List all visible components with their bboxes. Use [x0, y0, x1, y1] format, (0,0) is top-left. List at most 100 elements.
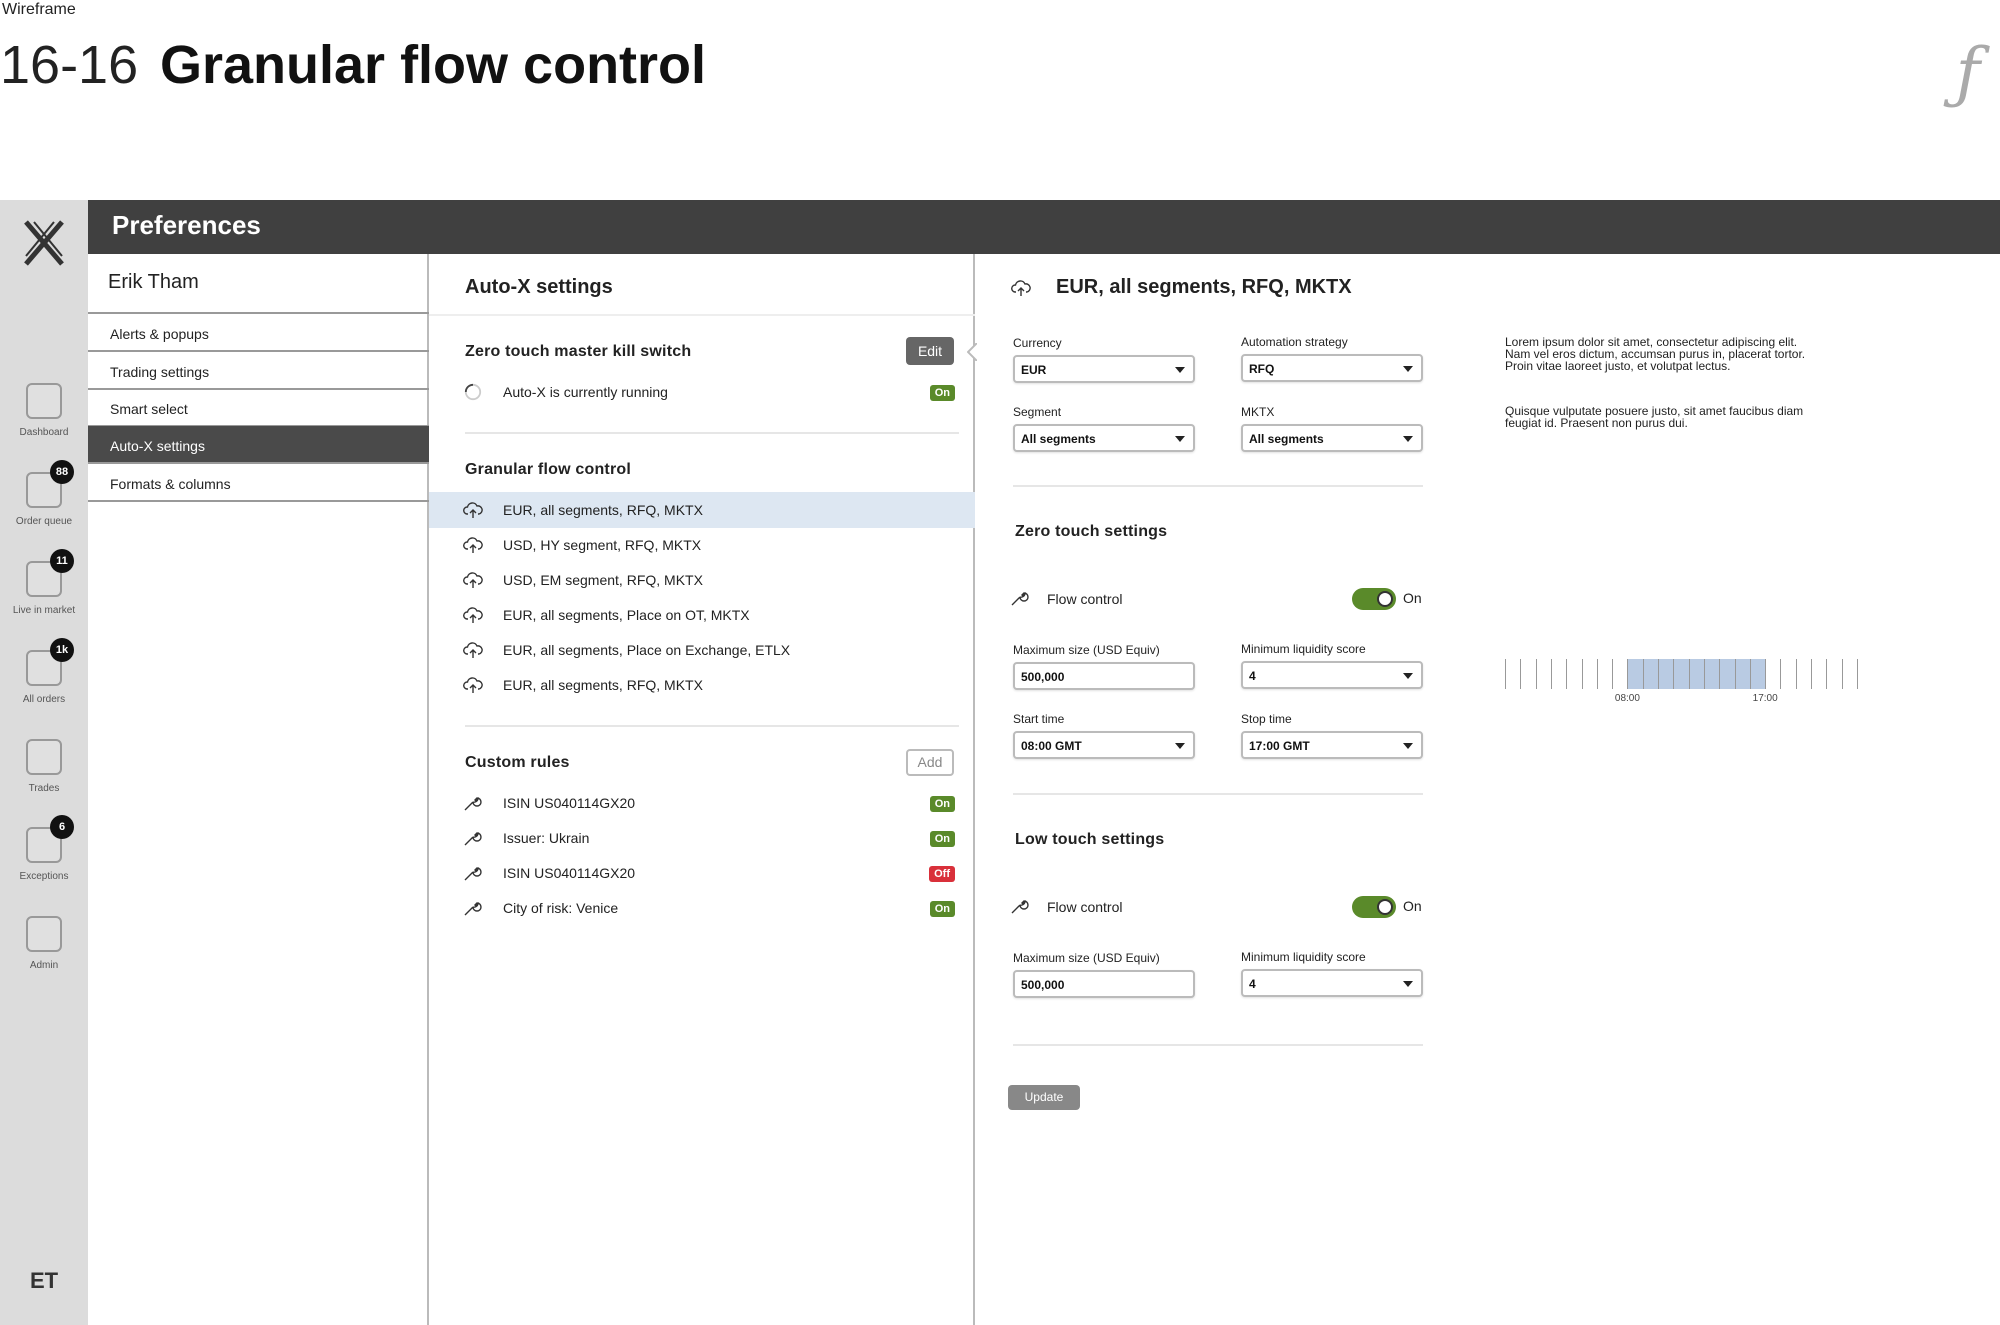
wireframe-caption: Wireframe — [2, 1, 76, 18]
trades-icon — [26, 739, 62, 775]
flow-item[interactable]: USD, EM segment, RFQ, MKTX — [429, 562, 975, 598]
rail-item-order-queue[interactable]: 88 Order queue — [0, 460, 88, 560]
flow-item[interactable]: EUR, all segments, RFQ, MKTX — [429, 492, 975, 528]
rule-state-pill[interactable]: On — [929, 796, 955, 812]
top-bar: Preferences — [88, 200, 2000, 254]
panel-title: Auto-X settings — [465, 276, 613, 298]
rail-label: Order queue — [15, 516, 73, 527]
rail-item-dashboard[interactable]: Dashboard — [0, 383, 88, 471]
autox-panel: Auto-X settings Zero touch master kill s… — [429, 254, 977, 1325]
timeline-tick — [1627, 659, 1629, 689]
add-rule-button[interactable]: Add — [906, 749, 954, 776]
chevron-down-icon — [1403, 673, 1413, 679]
help-text: Quisque vulputate posuere justo, sit ame… — [1505, 404, 1804, 430]
rail-item-live-in-market[interactable]: 11 Live in market — [0, 549, 88, 649]
min-liquidity-label: Minimum liquidity score — [1241, 950, 1366, 964]
chevron-down-icon — [1403, 743, 1413, 749]
min-liquidity-label: Minimum liquidity score — [1241, 642, 1366, 656]
toggle-state-label: On — [1403, 898, 1422, 914]
select-value: 4 — [1249, 977, 1256, 991]
timeline-tick — [1765, 659, 1767, 689]
low-touch-flow-toggle[interactable] — [1352, 896, 1396, 918]
rule-state-pill[interactable]: Off — [929, 866, 955, 882]
rule-label: City of risk: Venice — [503, 900, 619, 916]
start-time-select[interactable]: 08:00 GMT — [1013, 731, 1195, 759]
count-badge: 1k — [50, 638, 74, 662]
strategy-select[interactable]: RFQ — [1241, 354, 1423, 382]
select-value: 08:00 GMT — [1021, 739, 1082, 753]
max-size-input[interactable]: 500,000 — [1013, 662, 1195, 690]
divider — [1013, 485, 1423, 487]
app-logo-icon[interactable] — [20, 218, 68, 268]
timeline-tick — [1688, 659, 1690, 689]
sidebar-item-trading-settings[interactable]: Trading settings — [88, 352, 429, 390]
flow-item-label: EUR, all segments, Place on Exchange, ET… — [503, 642, 791, 658]
rail-item-admin[interactable]: Admin — [0, 916, 88, 1004]
custom-rule-row[interactable]: Issuer: Ukrain On — [429, 820, 975, 856]
flow-item[interactable]: EUR, all segments, Place on Exchange, ET… — [429, 632, 975, 668]
rail-label: All orders — [22, 694, 66, 705]
status-pill: On — [929, 385, 955, 401]
sidebar-item-formats-columns[interactable]: Formats & columns — [88, 464, 429, 502]
divider — [465, 725, 959, 727]
edit-button[interactable]: Edit — [906, 337, 954, 365]
flow-control-title: Granular flow control — [465, 461, 631, 478]
sidebar-item-autox-settings[interactable]: Auto-X settings — [88, 426, 429, 464]
rule-label: ISIN US040114GX20 — [503, 865, 636, 881]
flow-item[interactable]: EUR, all segments, RFQ, MKTX — [429, 667, 975, 703]
flow-control-label: Flow control — [1047, 591, 1123, 607]
segment-select[interactable]: All segments — [1013, 424, 1195, 452]
update-button[interactable]: Update — [1008, 1085, 1080, 1110]
custom-rule-row[interactable]: ISIN US040114GX20 On — [429, 785, 975, 821]
currency-select[interactable]: EUR — [1013, 355, 1195, 383]
timeline-tick — [1535, 659, 1537, 689]
app-window: Dashboard 88 Order queue 11 Live in mark… — [0, 200, 2000, 1325]
rule-state-pill[interactable]: On — [929, 831, 955, 847]
wrench-icon — [464, 901, 482, 916]
rail-label: Admin — [29, 960, 59, 971]
rule-state-pill[interactable]: On — [929, 901, 955, 917]
low-min-liquidity-select[interactable]: 4 — [1241, 969, 1423, 997]
timeline-tick — [1734, 659, 1736, 689]
time-window-timeline: 08:00 17:00 — [1505, 659, 1858, 709]
rail-item-trades[interactable]: Trades — [0, 739, 88, 827]
segment-label: Segment — [1013, 405, 1062, 419]
flow-item[interactable]: EUR, all segments, Place on OT, MKTX — [429, 597, 975, 633]
zero-touch-flow-toggle[interactable] — [1352, 588, 1396, 610]
rail-item-all-orders[interactable]: 1k All orders — [0, 638, 88, 738]
timeline-tick — [1826, 659, 1828, 689]
preferences-sidebar: Erik Tham Alerts & popups Trading settin… — [88, 254, 429, 1325]
timeline-tick — [1795, 659, 1797, 689]
timeline-stop-label: 17:00 — [1752, 693, 1778, 704]
timeline-tick — [1642, 659, 1644, 689]
stop-time-select[interactable]: 17:00 GMT — [1241, 731, 1423, 759]
flow-item[interactable]: USD, HY segment, RFQ, MKTX — [429, 527, 975, 563]
rail-label: Exceptions — [19, 871, 69, 882]
strategy-label: Automation strategy — [1241, 335, 1348, 349]
timeline-tick — [1857, 659, 1858, 689]
rail-label: Dashboard — [19, 427, 69, 438]
custom-rule-row[interactable]: City of risk: Venice On — [429, 890, 975, 926]
chevron-down-icon — [1175, 743, 1185, 749]
min-liquidity-select[interactable]: 4 — [1241, 661, 1423, 689]
mktx-select[interactable]: All segments — [1241, 424, 1423, 452]
divider — [1013, 1044, 1423, 1046]
start-time-label: Start time — [1013, 712, 1065, 726]
sidebar-item-smart-select[interactable]: Smart select — [88, 389, 429, 427]
rail-item-exceptions[interactable]: 6 Exceptions — [0, 815, 88, 915]
mktx-label: MKTX — [1241, 405, 1275, 419]
timeline-tick — [1612, 659, 1614, 689]
toggle-knob — [1377, 591, 1393, 607]
cloud-upload-icon — [463, 677, 483, 693]
app-title: Preferences — [112, 210, 261, 240]
sidebar-item-alerts[interactable]: Alerts & popups — [88, 314, 429, 352]
user-avatar[interactable]: ET — [0, 1268, 88, 1294]
spinner-icon — [464, 383, 482, 401]
custom-rule-row[interactable]: ISIN US040114GX20 Off — [429, 855, 975, 891]
custom-rules-title: Custom rules — [465, 754, 570, 771]
chevron-down-icon — [1403, 981, 1413, 987]
low-max-size-input[interactable]: 500,000 — [1013, 970, 1195, 998]
select-value: 17:00 GMT — [1249, 739, 1310, 753]
detail-title: EUR, all segments, RFQ, MKTX — [1056, 276, 1352, 298]
max-size-label: Maximum size (USD Equiv) — [1013, 951, 1160, 965]
